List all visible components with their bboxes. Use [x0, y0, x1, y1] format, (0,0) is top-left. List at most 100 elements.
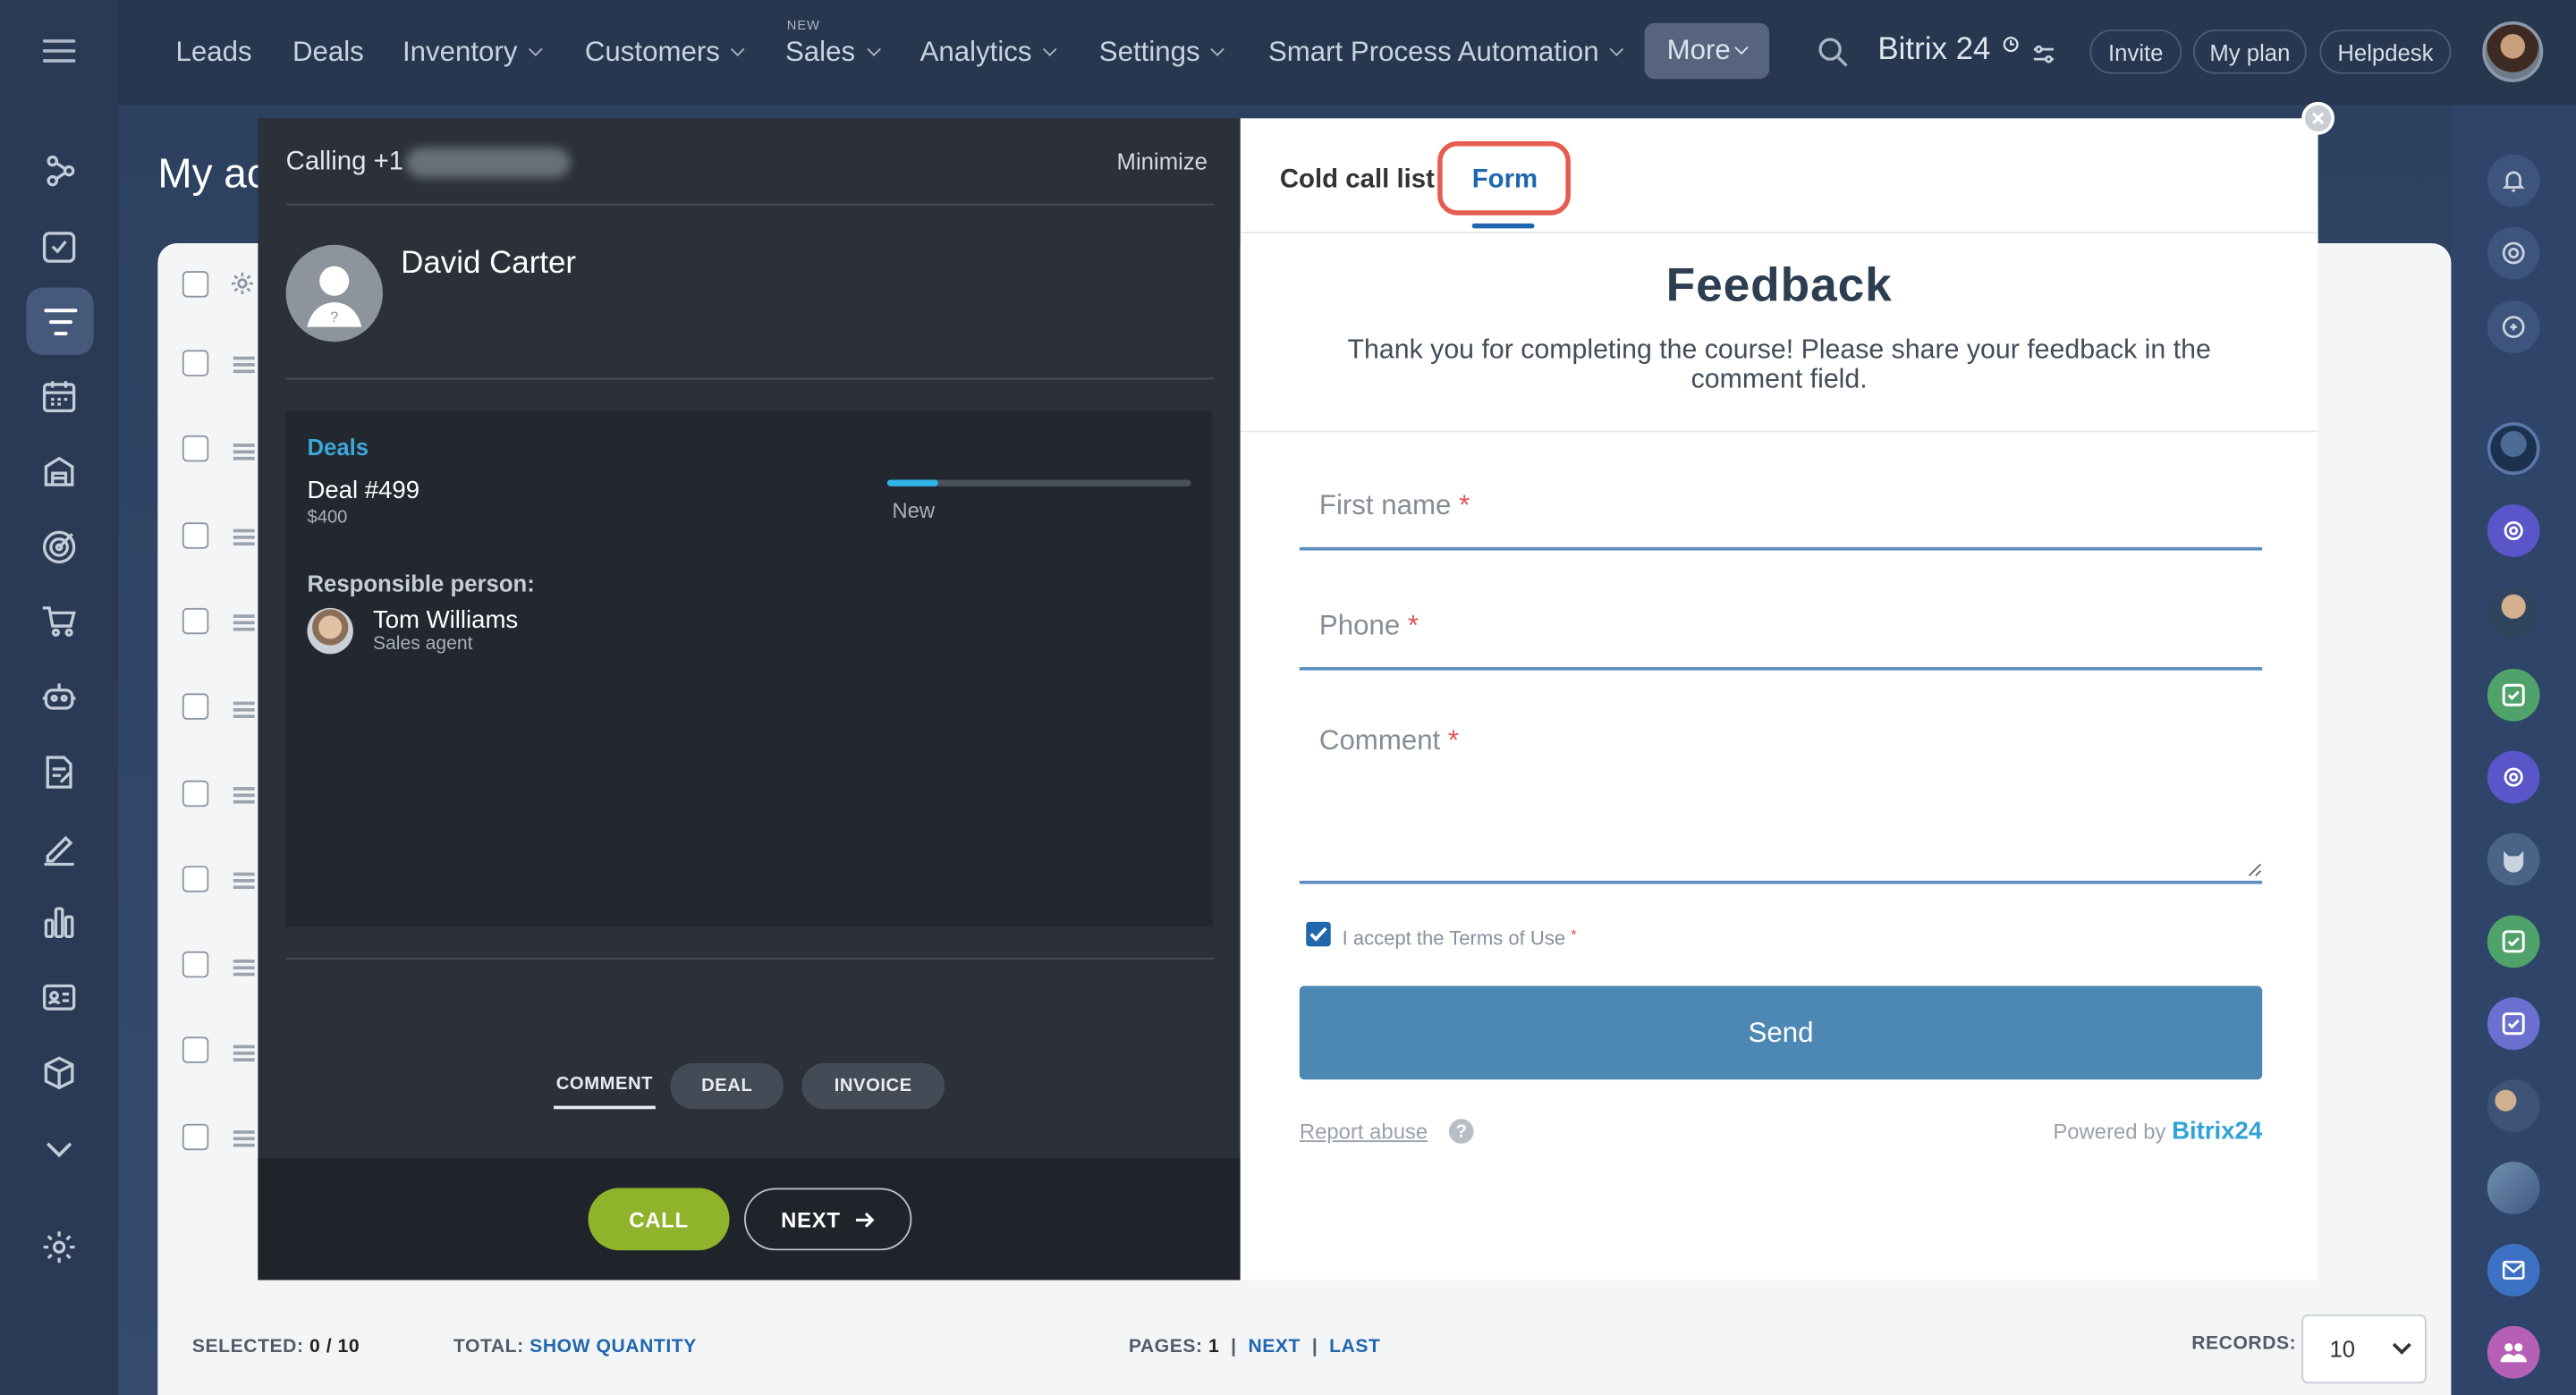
nav-settings[interactable]: Settings: [1099, 36, 1225, 69]
next-page-link[interactable]: NEXT: [1248, 1338, 1301, 1357]
drag-handle-icon[interactable]: [233, 872, 255, 876]
group-avatar[interactable]: [2487, 1079, 2540, 1133]
nav-customers[interactable]: Customers: [585, 36, 745, 69]
records-select[interactable]: 10: [2301, 1314, 2427, 1384]
nav-analytics[interactable]: Analytics: [920, 36, 1057, 69]
drag-handle-icon[interactable]: [233, 356, 255, 360]
comment-textarea[interactable]: Comment *: [1299, 698, 2263, 884]
more-button[interactable]: More: [1644, 22, 1770, 80]
row-checkbox[interactable]: [182, 522, 209, 549]
my-plan-button[interactable]: My plan: [2193, 30, 2307, 74]
box-icon[interactable]: [36, 1050, 81, 1095]
terms-label[interactable]: I accept the Terms of Use *: [1343, 926, 1577, 950]
tab-deal[interactable]: DEAL: [670, 1062, 784, 1110]
invite-button[interactable]: Invite: [2089, 30, 2182, 74]
svg-text:?: ?: [330, 309, 338, 326]
report-abuse-link[interactable]: Report abuse: [1300, 1119, 1428, 1144]
drag-handle-icon[interactable]: [233, 528, 255, 533]
row-checkbox[interactable]: [182, 1036, 209, 1063]
target-icon[interactable]: [36, 524, 81, 570]
chevron-down-icon[interactable]: [36, 1126, 81, 1171]
row-checkbox[interactable]: [182, 693, 209, 720]
chevron-down-icon: [1042, 42, 1057, 56]
minimize-button[interactable]: Minimize: [1117, 148, 1208, 173]
store-icon[interactable]: [36, 449, 81, 495]
row-checkbox[interactable]: [182, 1123, 209, 1151]
gear-icon[interactable]: [230, 271, 255, 296]
last-page-link[interactable]: LAST: [1329, 1338, 1380, 1357]
row-checkbox[interactable]: [182, 780, 209, 807]
row-checkbox[interactable]: [182, 866, 209, 892]
cat-bot-icon[interactable]: [2487, 833, 2540, 886]
deal-name[interactable]: Deal #499: [307, 477, 419, 504]
selected-label: SELECTED:: [191, 1337, 304, 1357]
close-icon[interactable]: [2301, 101, 2334, 135]
select-all-checkbox[interactable]: [182, 271, 209, 298]
drag-handle-icon[interactable]: [233, 960, 255, 963]
drag-handle-icon[interactable]: [233, 614, 255, 618]
ai-assistant-icon[interactable]: [2487, 750, 2540, 804]
show-quantity-link[interactable]: SHOW QUANTITY: [530, 1338, 697, 1357]
tasks-icon[interactable]: [36, 224, 81, 269]
terms-checkbox[interactable]: [1306, 921, 1331, 947]
task-check-icon[interactable]: [2487, 668, 2540, 722]
drag-handle-icon[interactable]: [233, 1130, 255, 1134]
send-button[interactable]: Send: [1299, 985, 2263, 1080]
drag-handle-icon[interactable]: [233, 701, 255, 706]
crm-icon[interactable]: [26, 287, 94, 355]
document-icon[interactable]: [36, 749, 81, 795]
copilot-icon[interactable]: [2487, 226, 2540, 280]
group-icon[interactable]: [2487, 1325, 2540, 1379]
responsible-name[interactable]: Tom Williams: [373, 606, 518, 634]
sliders-icon[interactable]: [2032, 45, 2055, 64]
analytics-icon[interactable]: [36, 899, 81, 944]
search-chat-icon[interactable]: [2487, 300, 2540, 354]
row-checkbox[interactable]: [182, 607, 209, 635]
nav-inventory[interactable]: Inventory: [402, 36, 543, 69]
nav-smart-process-automation[interactable]: Smart Process Automation: [1268, 36, 1624, 69]
powered-by[interactable]: Powered by Bitrix24: [2053, 1117, 2262, 1145]
first-name-field[interactable]: First name *: [1299, 463, 2263, 551]
drag-handle-icon[interactable]: [233, 444, 255, 447]
contact-avatar-icon: ?: [285, 244, 383, 342]
nav-leads[interactable]: Leads: [176, 36, 252, 69]
user-avatar[interactable]: [2482, 21, 2544, 82]
drag-handle-icon[interactable]: [233, 1044, 255, 1049]
task-check-icon[interactable]: [2487, 915, 2540, 968]
phone-label: Phone *: [1318, 609, 1419, 641]
avatar[interactable]: [2487, 586, 2540, 639]
sign-icon[interactable]: [36, 824, 81, 870]
drag-handle-icon[interactable]: [233, 787, 255, 790]
tab-cold-call-list[interactable]: Cold call list: [1280, 166, 1435, 196]
contact-center-icon[interactable]: [36, 975, 81, 1020]
calendar-icon[interactable]: [36, 373, 81, 418]
settings-gear-icon[interactable]: [36, 1224, 81, 1270]
avatar[interactable]: [2487, 1162, 2540, 1214]
bell-icon[interactable]: [2487, 154, 2540, 207]
task-check-icon[interactable]: [2487, 997, 2540, 1051]
mail-icon[interactable]: [2487, 1243, 2540, 1297]
activity-stream-icon[interactable]: [36, 148, 81, 193]
help-icon[interactable]: ?: [1448, 1119, 1474, 1144]
cart-icon[interactable]: [36, 598, 81, 644]
row-checkbox[interactable]: [182, 951, 209, 978]
ai-assistant-icon[interactable]: [2487, 504, 2540, 557]
next-button[interactable]: NEXT: [744, 1188, 912, 1251]
search-icon[interactable]: [1817, 36, 1850, 69]
call-button[interactable]: CALL: [588, 1188, 730, 1251]
nav-deals[interactable]: Deals: [292, 36, 364, 69]
resize-handle-icon[interactable]: [2248, 863, 2263, 878]
robot-icon[interactable]: [36, 673, 81, 719]
tab-comment[interactable]: COMMENT: [553, 1063, 656, 1110]
nav-sales[interactable]: Sales: [785, 36, 881, 69]
contact-name[interactable]: David Carter: [401, 247, 576, 283]
comment-label: Comment *: [1318, 724, 1460, 757]
row-checkbox[interactable]: [182, 350, 209, 376]
records-value: 10: [2329, 1335, 2356, 1363]
avatar[interactable]: [2487, 422, 2540, 476]
phone-field[interactable]: Phone *: [1299, 583, 2263, 671]
menu-icon[interactable]: [36, 28, 81, 73]
helpdesk-button[interactable]: Helpdesk: [2319, 30, 2452, 74]
row-checkbox[interactable]: [182, 435, 209, 462]
tab-invoice[interactable]: INVOICE: [801, 1062, 945, 1110]
